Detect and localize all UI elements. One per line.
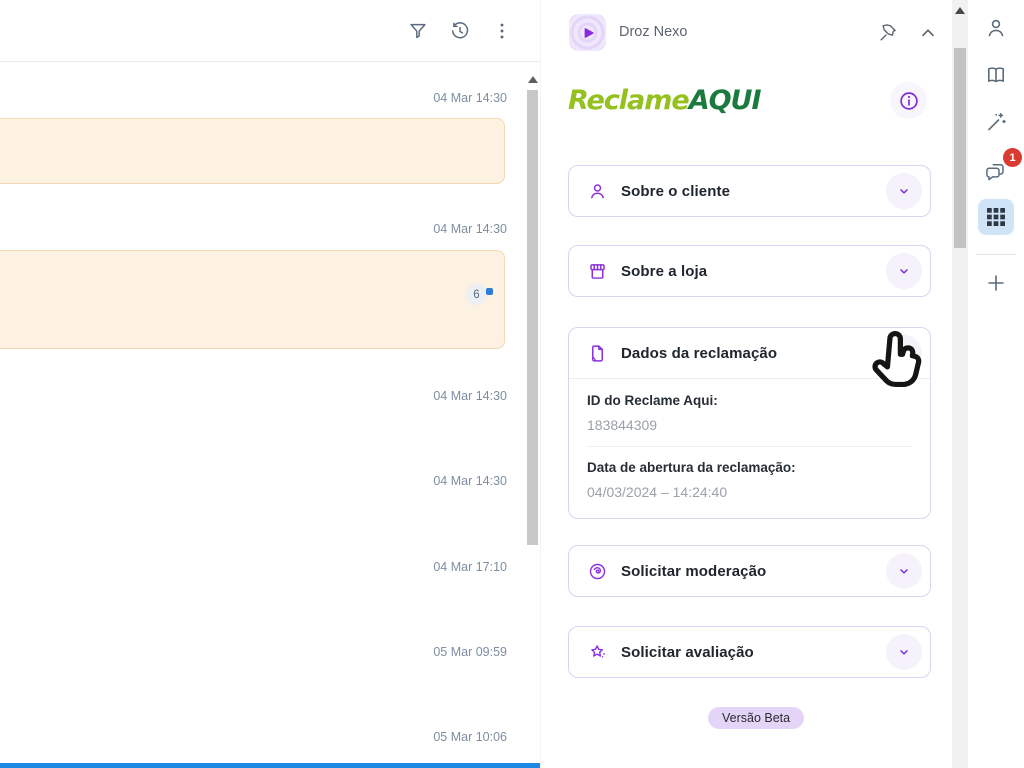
- field-value: 04/03/2024 – 14:24:40: [587, 484, 912, 500]
- section-label: Sobre a loja: [621, 263, 707, 280]
- section-label: Sobre o cliente: [621, 183, 730, 200]
- chevron-down-icon[interactable]: [886, 634, 922, 670]
- chevron-down-icon[interactable]: [886, 253, 922, 289]
- message-timestamp: 04 Mar 14:30: [433, 474, 507, 488]
- droz-nexo-app-icon[interactable]: [569, 14, 606, 51]
- unread-dot: [486, 288, 493, 295]
- logo-part-light: Reclame: [568, 85, 689, 116]
- section-label: Solicitar avaliação: [621, 644, 754, 661]
- chat-panel: 04 Mar 14:30 04 Mar 14:30 6 04 Mar 14:30…: [0, 0, 540, 768]
- book-icon[interactable]: [984, 63, 1008, 87]
- section-header[interactable]: Solicitar avaliação: [569, 627, 930, 677]
- section-header[interactable]: Dados da reclamação: [569, 328, 930, 378]
- section-sobre-o-cliente: Sobre o cliente: [568, 165, 931, 217]
- field-label: ID do Reclame Aqui:: [587, 393, 912, 408]
- star-icon: [587, 642, 608, 663]
- brand-row: ReclameAQUI: [541, 82, 953, 122]
- field-divider: [587, 446, 912, 447]
- document-icon: [587, 343, 608, 364]
- section-header[interactable]: Solicitar moderação: [569, 546, 930, 596]
- message-timestamp: 04 Mar 14:30: [433, 222, 507, 236]
- section-header[interactable]: Sobre a loja: [569, 246, 930, 296]
- section-label: Dados da reclamação: [621, 345, 777, 362]
- chevron-down-icon[interactable]: [886, 173, 922, 209]
- reclameaqui-logo: ReclameAQUI: [568, 84, 761, 118]
- logo-part-dark: AQUI: [689, 85, 761, 116]
- person-icon: [587, 181, 608, 202]
- rail-divider: [976, 254, 1016, 255]
- more-options-icon[interactable]: [491, 20, 513, 42]
- field-label: Data de abertura da reclamação:: [587, 460, 912, 475]
- extension-title: Droz Nexo: [619, 24, 688, 40]
- message-timestamp: 04 Mar 14:30: [433, 91, 507, 105]
- field-value: 183844309: [587, 417, 912, 433]
- message-bubble[interactable]: [0, 118, 505, 184]
- notification-badge[interactable]: 1: [1003, 148, 1022, 167]
- history-icon[interactable]: [449, 20, 471, 42]
- reaction-count-badge[interactable]: 6: [466, 284, 487, 305]
- store-icon: [587, 261, 608, 282]
- section-solicitar-avaliacao: Solicitar avaliação: [568, 626, 931, 678]
- scroll-up-arrow[interactable]: [528, 76, 538, 83]
- add-icon[interactable]: [984, 271, 1008, 295]
- message-timestamp: 04 Mar 14:30: [433, 389, 507, 403]
- section-solicitar-moderacao: Solicitar moderação: [568, 545, 931, 597]
- section-body: ID do Reclame Aqui: 183844309 Data de ab…: [569, 378, 930, 500]
- moderation-icon: [587, 561, 608, 582]
- section-header[interactable]: Sobre o cliente: [569, 166, 930, 216]
- panel-scrollbar-thumb[interactable]: [954, 48, 966, 248]
- info-button[interactable]: [890, 82, 927, 119]
- chat-scrollbar-thumb[interactable]: [527, 90, 538, 545]
- section-sobre-a-loja: Sobre a loja: [568, 245, 931, 297]
- info-icon: [898, 90, 920, 112]
- message-timestamp: 05 Mar 10:06: [433, 730, 507, 744]
- beta-version-badge: Versão Beta: [708, 707, 804, 729]
- bottom-accent-bar: [0, 763, 540, 768]
- message-timestamp: 05 Mar 09:59: [433, 645, 507, 659]
- profile-icon[interactable]: [984, 16, 1008, 40]
- chat-toolbar: [0, 0, 540, 62]
- message-timestamp: 04 Mar 17:10: [433, 560, 507, 574]
- browser-side-rail: 1: [968, 0, 1024, 768]
- chevron-up-icon[interactable]: [886, 335, 922, 371]
- magic-wand-icon[interactable]: [984, 110, 1008, 134]
- filter-icon[interactable]: [407, 20, 429, 42]
- chevron-down-icon[interactable]: [886, 553, 922, 589]
- extension-panel: Droz Nexo ReclameAQUI: [540, 0, 952, 768]
- apps-grid-icon[interactable]: [978, 199, 1014, 235]
- section-dados-da-reclamacao: Dados da reclamação ID do Reclame Aqui: …: [568, 327, 931, 519]
- collapse-panel-icon[interactable]: [917, 22, 939, 44]
- pin-icon[interactable]: [877, 22, 899, 44]
- scroll-up-arrow[interactable]: [955, 7, 965, 14]
- extension-header: Droz Nexo: [541, 14, 953, 54]
- message-bubble[interactable]: [0, 250, 505, 349]
- section-label: Solicitar moderação: [621, 563, 766, 580]
